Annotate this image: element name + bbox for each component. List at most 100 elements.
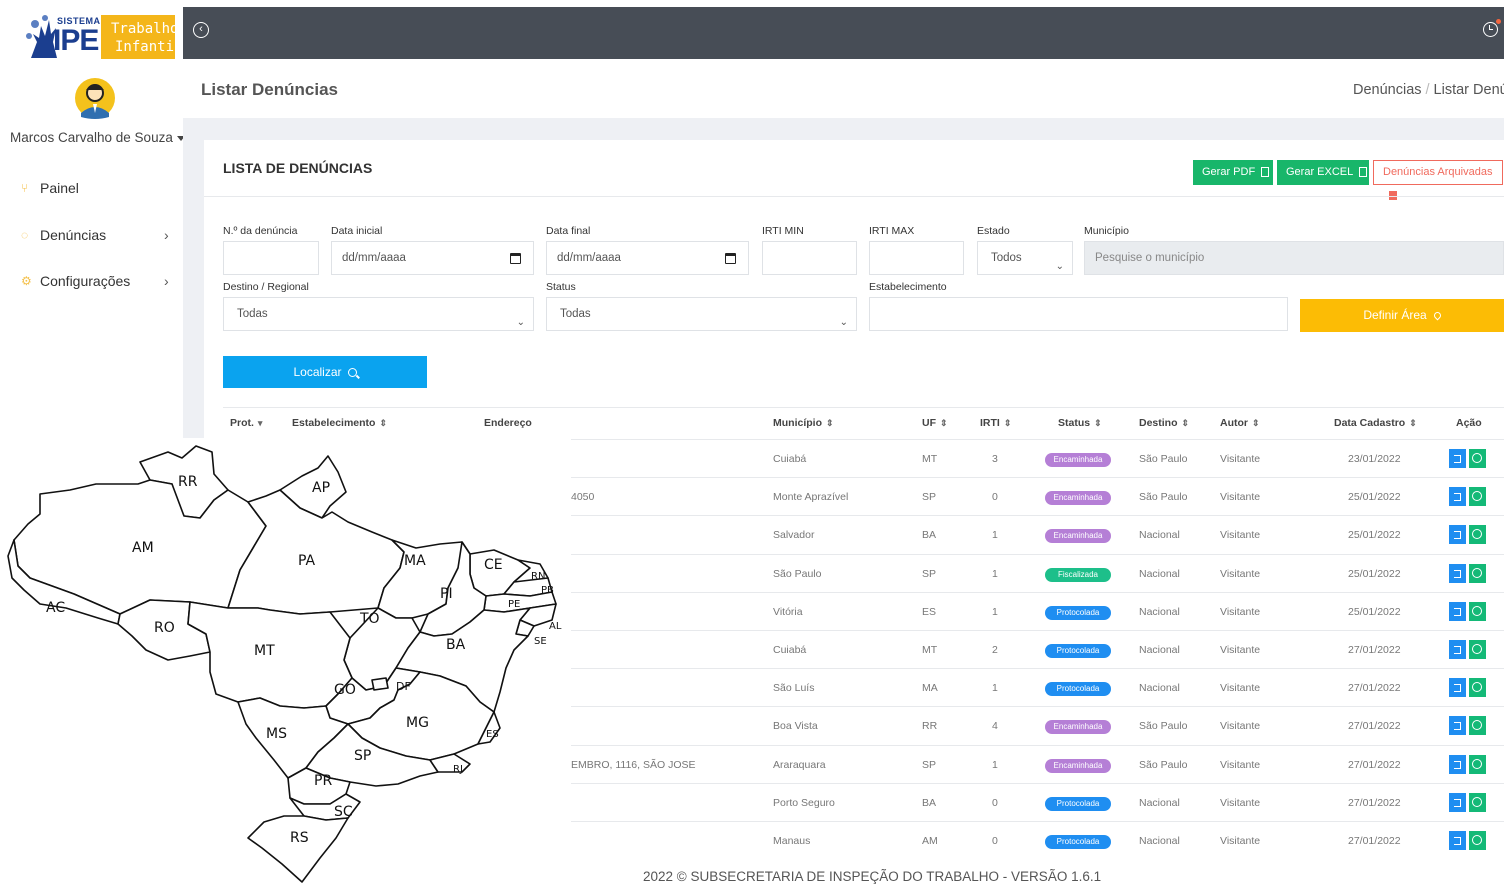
state-label-ro: RO <box>154 620 175 636</box>
open-complaint-icon[interactable] <box>1449 754 1466 774</box>
table-row[interactable]: Cuiabá MT 3 Encaminhada São Paulo Visitante 23… <box>571 439 1504 477</box>
cell-autor: Visitante <box>1220 644 1261 656</box>
sidebar-item-configuracoes[interactable]: ⚙ Configurações › <box>7 269 183 295</box>
cell-municipio: Monte Aprazível <box>773 491 849 504</box>
irti-min-input[interactable] <box>762 241 857 275</box>
state-label-pa: PA <box>298 553 316 569</box>
th-irti[interactable]: IRTI ⇕ <box>980 417 1011 429</box>
th-municipio[interactable]: Município ⇕ <box>773 417 834 429</box>
state-label-sc: SC <box>334 804 353 820</box>
breadcrumb: Denúncias/Listar Denúncias <box>1353 82 1504 98</box>
table-row[interactable]: São Paulo SP 1 Fiscalizada Nacional Visitante… <box>571 553 1504 592</box>
numero-input[interactable] <box>223 241 319 275</box>
table-row[interactable]: Vitória ES 1 Protocolada Nacional Visitante 25… <box>571 591 1504 630</box>
user-menu[interactable]: Marcos Carvalho de Souza <box>10 130 185 145</box>
calendar-icon[interactable] <box>510 253 521 264</box>
th-acao: Ação <box>1456 417 1482 429</box>
sidebar-item-denuncias[interactable]: ◌ Denúncias › <box>7 223 183 249</box>
cell-uf: RR <box>922 720 938 733</box>
open-complaint-icon[interactable] <box>1449 525 1466 545</box>
history-icon[interactable] <box>1469 525 1486 545</box>
history-icon[interactable] <box>1469 449 1486 468</box>
history-icon[interactable] <box>1469 563 1486 583</box>
define-area-button[interactable]: Definir Área <box>1300 299 1504 332</box>
th-prot[interactable]: Prot. ▾ <box>230 417 262 429</box>
open-complaint-icon[interactable] <box>1449 487 1466 507</box>
generate-pdf-button[interactable]: Gerar PDF <box>1193 160 1273 185</box>
th-status[interactable]: Status ⇕ <box>1058 417 1102 429</box>
th-data-label: Data Cadastro <box>1334 417 1406 429</box>
cell-endereco: 4050 <box>571 491 595 504</box>
collapse-sidebar-icon[interactable]: ‹ <box>193 22 209 38</box>
history-icon[interactable] <box>1469 640 1486 659</box>
page-title: Listar Denúncias <box>201 80 338 99</box>
open-complaint-icon[interactable] <box>1449 792 1466 812</box>
th-autor[interactable]: Autor ⇕ <box>1220 417 1260 429</box>
th-data-cadastro[interactable]: Data Cadastro ⇕ <box>1334 417 1417 429</box>
th-estabelecimento[interactable]: Estabelecimento ⇕ <box>292 417 387 429</box>
municipio-input[interactable]: Pesquise o município <box>1084 241 1504 275</box>
irti-max-input[interactable] <box>869 241 964 275</box>
destino-label: Destino / Regional <box>223 281 309 293</box>
generate-excel-button[interactable]: Gerar EXCEL <box>1277 160 1369 185</box>
cell-uf: MT <box>922 453 938 465</box>
clock-icon[interactable] <box>1483 22 1498 37</box>
table-row[interactable]: Porto Seguro BA 0 Protocolada Nacional Visita… <box>571 782 1504 821</box>
open-complaint-icon[interactable] <box>1449 831 1466 850</box>
archived-complaints-button[interactable]: Denúncias Arquivadas <box>1373 160 1503 200</box>
history-icon[interactable] <box>1469 754 1486 774</box>
open-complaint-icon[interactable] <box>1449 640 1466 659</box>
state-label-ba: BA <box>446 637 466 653</box>
table-row[interactable]: Salvador BA 1 Encaminhada Nacional Visitante 2… <box>571 515 1504 553</box>
search-icon <box>347 368 357 378</box>
destino-select[interactable]: Todas ⌄ <box>223 297 534 331</box>
table-row[interactable]: Cuiabá MT 2 Protocolada Nacional Visitante 27/… <box>571 630 1504 668</box>
data-final-input[interactable]: dd/mm/aaaa <box>546 241 749 275</box>
history-icon[interactable] <box>1469 792 1486 812</box>
table-row[interactable]: 4050 Monte Aprazível SP 0 Encaminhada São Pau… <box>571 477 1504 515</box>
open-complaint-icon[interactable] <box>1449 563 1466 583</box>
history-icon[interactable] <box>1469 716 1486 736</box>
cell-endereco: EMBRO, 1116, SÃO JOSE <box>571 758 696 771</box>
breadcrumb-link-denuncias[interactable]: Denúncias <box>1353 82 1422 98</box>
brazil-states-map: RR AP AM PA MA CE RN PB PE PI AC RO TO ALSE MT BA GO DF MG… <box>7 445 562 883</box>
status-badge: Fiscalizada <box>1045 567 1111 582</box>
data-inicial-input[interactable]: dd/mm/aaaa <box>331 241 534 275</box>
cell-municipio: Araraquara <box>773 758 826 771</box>
cell-municipio: São Paulo <box>773 567 822 580</box>
history-icon[interactable] <box>1469 487 1486 507</box>
history-icon[interactable] <box>1469 831 1486 850</box>
table-row[interactable]: Manaus AM 0 Protocolada Nacional Visitante 27/… <box>571 821 1504 859</box>
estado-select[interactable]: Todos ⌄ <box>977 241 1073 275</box>
municipio-label: Município <box>1084 225 1129 237</box>
th-uf[interactable]: UF ⇕ <box>922 417 948 429</box>
open-complaint-icon[interactable] <box>1449 601 1466 621</box>
avatar[interactable] <box>74 75 116 121</box>
logo[interactable]: SISTEMA IPE Trabalho Infantil <box>17 10 183 62</box>
cell-data-cadastro: 27/01/2022 <box>1348 835 1401 847</box>
cell-destino: Nacional <box>1139 835 1180 847</box>
cell-irti: 0 <box>992 491 998 504</box>
open-complaint-icon[interactable] <box>1449 678 1466 698</box>
table-row[interactable]: EMBRO, 1116, SÃO JOSE Araraquara SP 1 Encami… <box>571 744 1504 783</box>
open-complaint-icon[interactable] <box>1449 716 1466 736</box>
table-row[interactable]: São Luís MA 1 Protocolada Nacional Visitante 2… <box>571 668 1504 706</box>
municipio-placeholder: Pesquise o município <box>1095 252 1205 264</box>
irti-min-label: IRTI MIN <box>762 225 804 237</box>
calendar-icon[interactable] <box>725 253 736 264</box>
cell-municipio: Cuiabá <box>773 644 807 656</box>
cell-irti: 1 <box>992 682 998 695</box>
th-destino[interactable]: Destino ⇕ <box>1139 417 1189 429</box>
cell-municipio: Salvador <box>773 529 815 542</box>
estabelecimento-input[interactable] <box>869 297 1288 331</box>
history-icon[interactable] <box>1469 601 1486 621</box>
state-label-ac: AC <box>46 600 65 616</box>
table-row[interactable]: Boa Vista RR 4 Encaminhada São Paulo Visitant… <box>571 706 1504 744</box>
sidebar-item-painel[interactable]: ⑂ Painel <box>7 176 183 202</box>
history-icon[interactable] <box>1469 678 1486 698</box>
search-button[interactable]: Localizar <box>223 356 427 388</box>
open-complaint-icon[interactable] <box>1449 449 1466 468</box>
cell-irti: 1 <box>992 567 998 580</box>
status-select[interactable]: Todas ⌄ <box>546 297 857 331</box>
state-label-pe: PE <box>508 599 520 610</box>
